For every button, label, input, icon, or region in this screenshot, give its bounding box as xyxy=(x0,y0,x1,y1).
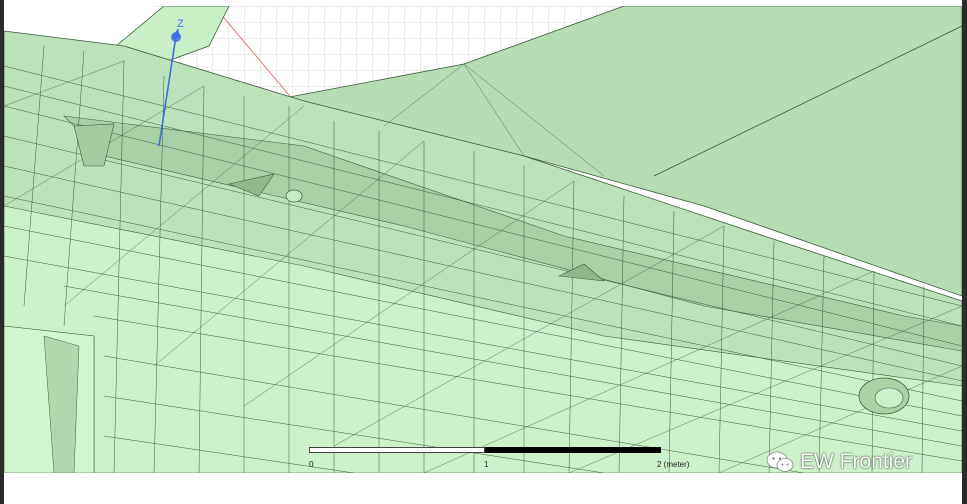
scale-tick-1: 1 xyxy=(484,460,489,469)
3d-viewport[interactable]: Z 0 1 2 (meter) xyxy=(4,6,962,473)
scale-tick-0: 0 xyxy=(309,460,314,469)
window-frame-right xyxy=(962,0,967,504)
scale-bar-segment-black xyxy=(485,447,661,453)
wechat-icon xyxy=(766,451,794,472)
port-hole-1 xyxy=(285,189,303,203)
z-axis-label: Z xyxy=(177,18,184,30)
mesh-scene[interactable]: Z xyxy=(4,6,962,473)
watermark-text: EW Frontier xyxy=(800,450,913,473)
scale-tick-2: 2 (meter) xyxy=(657,460,690,469)
scale-bar-segment-white xyxy=(309,447,485,453)
watermark: EW Frontier xyxy=(766,449,912,475)
nozzle-inner xyxy=(874,387,904,409)
scale-bar: 0 1 2 (meter) xyxy=(309,447,689,473)
z-axis-handle[interactable] xyxy=(171,32,181,42)
